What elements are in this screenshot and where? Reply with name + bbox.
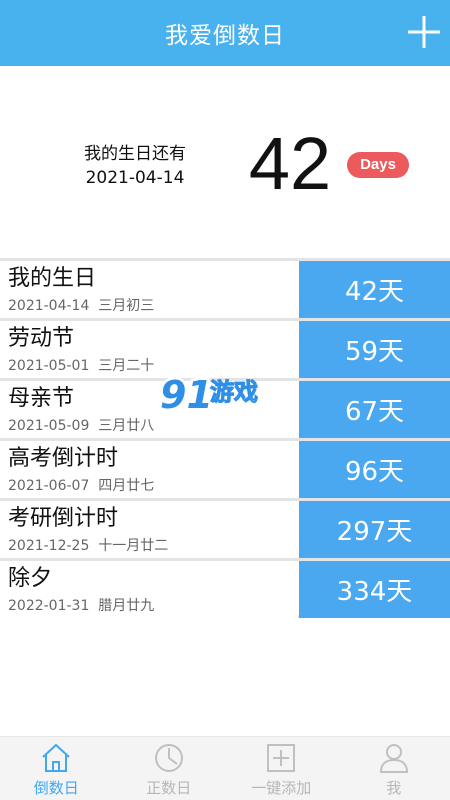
featured-label: 我的生日还有 [84,144,186,164]
user-icon [379,744,408,773]
event-info: 高考倒计时 2021-06-07 四月廿七 [0,441,298,498]
tab-me[interactable]: 我 [338,737,450,800]
days-badge: Days [347,152,409,178]
plus-icon [408,16,440,48]
event-list: 我的生日 2021-04-14 三月初三 42天 劳动节 2021-05-01 … [0,258,450,618]
featured-countdown[interactable]: 我的生日还有 2021-04-14 42 Days [0,66,450,258]
event-name: 我的生日 [8,266,97,291]
event-row[interactable]: 劳动节 2021-05-01 三月二十 59天 [0,318,450,378]
event-row[interactable]: 考研倒计时 2021-12-25 十一月廿二 297天 [0,498,450,558]
event-info: 母亲节 2021-05-09 三月廿八 [0,381,298,438]
event-row[interactable]: 我的生日 2021-04-14 三月初三 42天 [0,258,450,318]
event-name: 高考倒计时 [8,446,119,471]
bottom-tab-bar: 倒数日 正数日 一键添加 我 [0,736,450,800]
event-days: 59天 [299,321,450,378]
tab-label: 一键添加 [251,779,312,797]
event-days: 42天 [299,261,450,318]
event-info: 我的生日 2021-04-14 三月初三 [0,261,298,318]
event-name: 劳动节 [8,326,75,351]
event-row[interactable]: 除夕 2022-01-31 腊月廿九 334天 [0,558,450,618]
event-days: 96天 [299,441,450,498]
page-title: 我爱倒数日 [165,23,285,49]
app: 我爱倒数日 我的生日还有 2021-04-14 42 Days 我的生日 202… [0,0,450,800]
featured-date: 2021-04-14 [85,168,185,188]
event-days: 334天 [299,561,450,618]
event-name: 除夕 [8,566,53,591]
event-info: 考研倒计时 2021-12-25 十一月廿二 [0,501,298,558]
event-name: 考研倒计时 [8,506,119,531]
event-date: 2022-01-31 腊月廿九 [8,598,155,614]
event-date: 2021-06-07 四月廿七 [8,478,155,494]
event-days: 67天 [299,381,450,438]
top-bar: 我爱倒数日 [0,0,450,66]
tab-countdown[interactable]: 倒数日 [0,737,113,800]
event-info: 除夕 2022-01-31 腊月廿九 [0,561,298,618]
tab-label: 倒数日 [33,779,79,797]
tab-label: 正数日 [146,779,192,797]
clock-icon [154,744,183,772]
tab-countup[interactable]: 正数日 [113,737,226,800]
add-event-button[interactable] [404,12,444,52]
home-icon [42,743,70,772]
add-box-icon [267,744,296,772]
event-date: 2021-05-01 三月二十 [8,358,155,374]
event-row[interactable]: 母亲节 2021-05-09 三月廿八 67天 [0,378,450,438]
featured-count: 42 [248,122,332,205]
tab-quick-add[interactable]: 一键添加 [225,737,338,800]
event-date: 2021-04-14 三月初三 [8,298,155,314]
event-row[interactable]: 高考倒计时 2021-06-07 四月廿七 96天 [0,438,450,498]
event-date: 2021-12-25 十一月廿二 [8,538,169,554]
event-date: 2021-05-09 三月廿八 [8,418,155,434]
featured-info: 我的生日还有 2021-04-14 [60,142,210,190]
event-name: 母亲节 [8,386,75,411]
event-info: 劳动节 2021-05-01 三月二十 [0,321,298,378]
tab-label: 我 [386,779,402,797]
event-days: 297天 [299,501,450,558]
